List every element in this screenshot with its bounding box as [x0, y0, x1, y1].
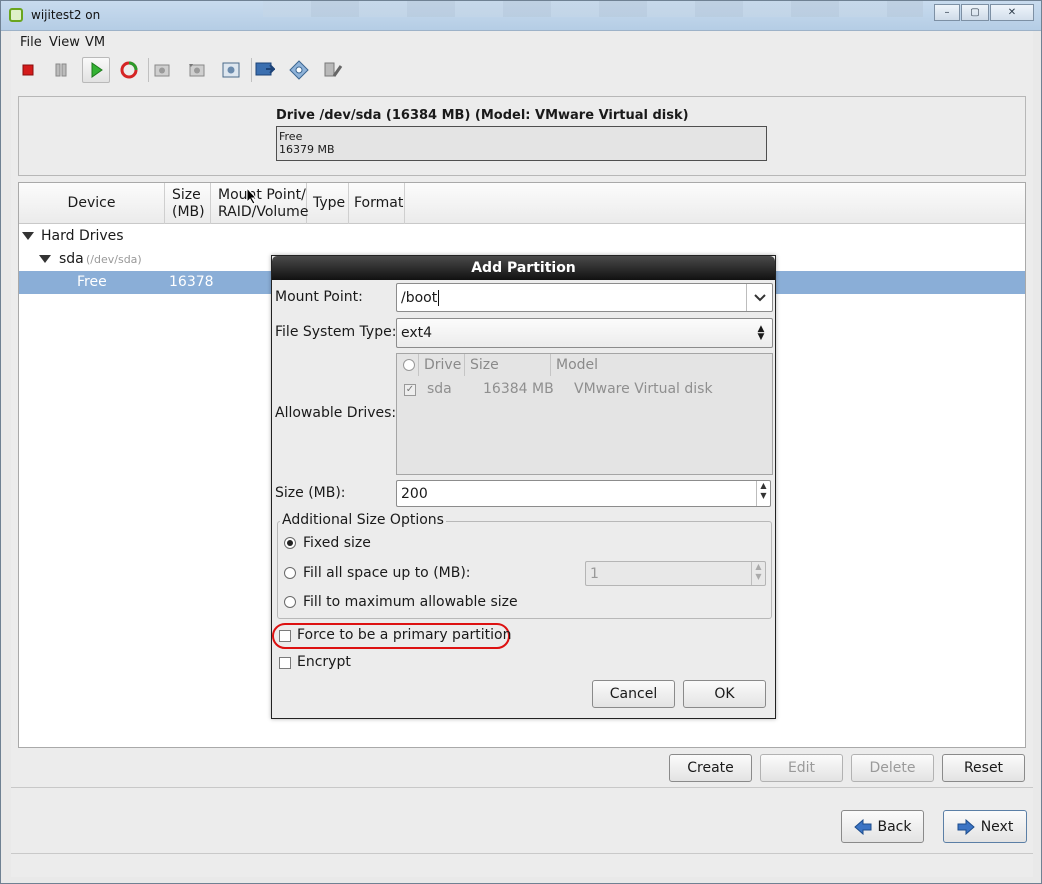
allowable-drives-label: Allowable Drives: [275, 405, 397, 421]
file-system-type-value: ext4 [401, 325, 433, 341]
force-primary-label[interactable]: Force to be a primary partition [297, 627, 511, 643]
file-system-type-label: File System Type: [275, 324, 397, 340]
additional-size-options-title: Additional Size Options [280, 512, 446, 528]
column-device[interactable]: Device [19, 183, 165, 224]
drives-column-size[interactable]: Size [465, 354, 551, 376]
fill-upto-label[interactable]: Fill all space up to (MB): [303, 565, 471, 581]
sda-path: (/dev/sda) [86, 253, 142, 266]
revert-snapshot-icon[interactable] [183, 57, 211, 83]
partition-tree-header: Device Size (MB) Mount Point/ RAID/Volum… [19, 183, 1025, 224]
close-window-button[interactable]: ✕ [990, 4, 1034, 21]
force-primary-checkbox[interactable] [279, 630, 291, 642]
menu-view[interactable]: View [49, 35, 80, 50]
text-cursor [438, 289, 440, 306]
drive-bar-label: Free [279, 130, 303, 143]
play-icon[interactable] [82, 57, 110, 83]
vmware-app-icon [9, 8, 23, 22]
delete-button[interactable]: Delete [851, 754, 934, 782]
settings-icon[interactable] [285, 57, 313, 83]
drive-usage-bar[interactable]: Free 16379 MB [276, 126, 767, 161]
drive-checkbox-checked[interactable]: ✓ [404, 384, 416, 396]
tree-row-hard-drives[interactable]: Hard Drives [19, 225, 1025, 248]
sda-label: sda [59, 251, 84, 267]
encrypt-checkbox[interactable] [279, 657, 291, 669]
fill-max-label[interactable]: Fill to maximum allowable size [303, 594, 518, 610]
column-format[interactable]: Format [349, 183, 405, 224]
collapse-triangle-icon[interactable] [22, 232, 34, 240]
edit-button[interactable]: Edit [760, 754, 843, 782]
console-icon[interactable] [251, 57, 279, 83]
column-type[interactable]: Type [307, 183, 349, 224]
manage-snapshots-icon[interactable] [217, 57, 245, 83]
drive-bar-size: 16379 MB [279, 143, 335, 156]
ok-button[interactable]: OK [683, 680, 766, 708]
pause-icon[interactable] [47, 57, 75, 83]
drive-name: sda [427, 381, 452, 397]
select-all-radio[interactable] [403, 359, 415, 371]
size-spinbox[interactable]: 200 ▲ ▼ [396, 480, 771, 507]
fixed-size-radio[interactable] [284, 537, 296, 549]
minimize-button[interactable]: – [934, 4, 960, 21]
back-button-label: Back [877, 818, 912, 835]
mount-point-value: /boot [401, 289, 438, 306]
free-label: Free [77, 274, 107, 290]
fill-upto-value: 1 [590, 565, 599, 582]
back-arrow-icon [853, 818, 871, 835]
back-button[interactable]: Back [841, 810, 924, 843]
fill-upto-radio[interactable] [284, 567, 296, 579]
hard-drives-label: Hard Drives [41, 228, 124, 244]
tools-icon[interactable] [319, 57, 347, 83]
next-arrow-icon [957, 818, 975, 835]
reset-button[interactable]: Reset [942, 754, 1025, 782]
chevron-down-icon[interactable] [746, 284, 772, 311]
drives-column-drive[interactable]: Drive [419, 354, 465, 376]
drives-column-model[interactable]: Model [551, 354, 772, 376]
stop-icon[interactable] [14, 57, 42, 83]
column-mount-point[interactable]: Mount Point/ RAID/Volume [211, 183, 308, 224]
size-value: 200 [401, 485, 428, 502]
fill-upto-spinbox: 1 ▲ ▼ [585, 561, 766, 586]
file-system-type-select[interactable]: ext4 ▲ ▼ [396, 318, 773, 348]
fill-max-radio[interactable] [284, 596, 296, 608]
toolbar [11, 53, 1033, 87]
size-label: Size (MB): [275, 485, 346, 501]
snapshot-icon[interactable] [148, 57, 176, 83]
mount-point-combo[interactable]: /boot [396, 283, 773, 312]
title-bar-blurred-tabs [263, 1, 923, 17]
horizontal-separator [11, 787, 1033, 788]
drive-title: Drive /dev/sda (16384 MB) (Model: VMware… [276, 108, 689, 123]
column-size[interactable]: Size (MB) [165, 183, 211, 224]
dialog-title: Add Partition [272, 256, 775, 280]
cancel-button[interactable]: Cancel [592, 680, 675, 708]
allowable-drives-table: Drive Size Model ✓ sda 16384 MB VMware V… [396, 353, 773, 475]
fixed-size-label[interactable]: Fixed size [303, 535, 371, 551]
mouse-cursor-icon [246, 187, 258, 205]
collapse-triangle-icon[interactable] [39, 255, 51, 263]
maximize-button[interactable]: ▢ [961, 4, 989, 21]
drive-model: VMware Virtual disk [574, 381, 713, 397]
next-button-label: Next [980, 818, 1014, 835]
select-all-column[interactable] [397, 354, 419, 376]
reset-icon[interactable] [115, 57, 143, 83]
menu-bar: File View VM [11, 31, 1033, 53]
drive-summary-panel: Drive /dev/sda (16384 MB) (Model: VMware… [18, 96, 1026, 176]
vm-console-window: wijitest2 on – ▢ ✕ File View VM Drive /d… [0, 0, 1042, 884]
mount-point-label: Mount Point: [275, 289, 363, 305]
title-bar[interactable]: wijitest2 on – ▢ ✕ [1, 1, 1041, 31]
create-button[interactable]: Create [669, 754, 752, 782]
status-bar [11, 853, 1033, 877]
spinner-arrows-icon[interactable]: ▲ ▼ [756, 481, 770, 506]
encrypt-label[interactable]: Encrypt [297, 654, 351, 670]
drive-size: 16384 MB [483, 381, 554, 397]
add-partition-dialog: Add Partition Mount Point: /boot File Sy… [271, 255, 776, 719]
free-size: 16378 [169, 274, 214, 290]
menu-vm[interactable]: VM [85, 35, 105, 50]
menu-file[interactable]: File [20, 35, 42, 50]
spinner-arrows-icon: ▲ ▼ [751, 562, 765, 585]
next-button[interactable]: Next [943, 810, 1027, 843]
updown-arrows-icon: ▲ ▼ [757, 324, 765, 342]
window-title: wijitest2 on [31, 8, 101, 22]
